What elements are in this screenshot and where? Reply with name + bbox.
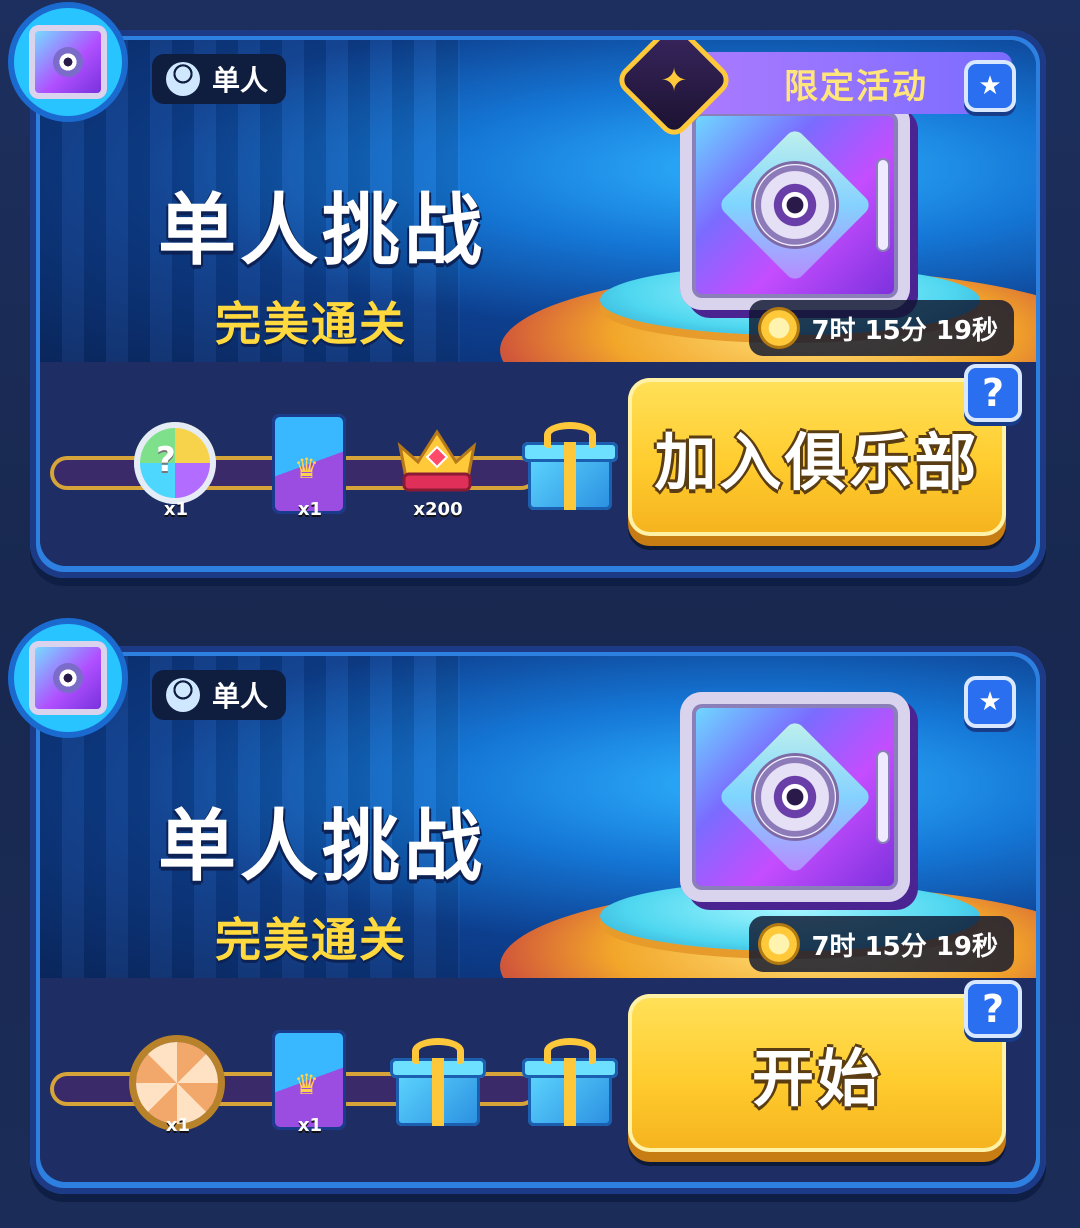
reward-item[interactable]: [520, 414, 618, 524]
challenge-card-club: 单人 单人挑战 完美通关 限定活动 ✦ ★ 7时 15分 19秒 ? x1 ♛ …: [14, 8, 1046, 578]
help-button[interactable]: ?: [964, 980, 1022, 1038]
alarm-clock-icon: [761, 310, 798, 346]
reward-item[interactable]: x200: [390, 414, 486, 524]
reward-item[interactable]: ♛ x1: [262, 414, 358, 524]
safe-handle: [878, 752, 888, 842]
reward-qty: x1: [297, 1115, 323, 1136]
safe-icon: [29, 641, 107, 715]
reward-item[interactable]: ♛ x1: [262, 1030, 358, 1140]
safe-handle: [878, 160, 888, 250]
reward-item[interactable]: [520, 1030, 618, 1140]
gift-icon: [390, 1034, 486, 1130]
join-club-button[interactable]: 加入俱乐部: [628, 378, 1006, 536]
reward-qty: x200: [413, 499, 463, 520]
challenge-subtitle: 完美通关: [215, 913, 407, 967]
card-body: 单人 单人挑战 完美通关 ★ 7时 15分 19秒 x1 ♛ x1 开始 ?: [40, 656, 1036, 1182]
reward-qty: x1: [165, 1115, 191, 1136]
prize-safe-image: [680, 100, 910, 310]
reward-qty: x1: [163, 499, 189, 520]
safe-dial-icon: [754, 756, 836, 838]
reward-item[interactable]: ? x1: [128, 414, 224, 524]
timer-text: 7时 15分 19秒: [811, 315, 998, 346]
card-banner: 单人 单人挑战 完美通关 ★ 7时 15分 19秒: [40, 656, 1036, 978]
alarm-clock-icon: [761, 926, 798, 962]
crown-icon: ♛: [294, 452, 320, 485]
event-safe-avatar: [14, 8, 122, 116]
join-club-label: 加入俱乐部: [654, 426, 980, 499]
start-label: 开始: [751, 1042, 882, 1115]
help-button[interactable]: ?: [964, 364, 1022, 422]
reward-bar: x1 ♛ x1 开始 ?: [40, 978, 1036, 1182]
countdown-timer: 7时 15分 19秒: [749, 300, 1014, 356]
reward-qty: x1: [297, 499, 323, 520]
timer-text: 7时 15分 19秒: [811, 931, 998, 962]
mode-badge: 单人: [152, 670, 287, 720]
mode-badge: 单人: [152, 54, 287, 104]
safe-dial-icon: [754, 164, 836, 246]
prize-wheel-icon: [136, 1042, 218, 1124]
event-safe-avatar: [14, 624, 122, 732]
challenge-title: 单人挑战: [158, 802, 487, 892]
challenge-subtitle: 完美通关: [215, 297, 407, 351]
challenge-card-start: 单人 单人挑战 完美通关 ★ 7时 15分 19秒 x1 ♛ x1 开始 ?: [14, 624, 1046, 1194]
card-banner: 单人 单人挑战 完美通关 限定活动 ✦ ★ 7时 15分 19秒: [40, 40, 1036, 362]
safe-icon: [29, 25, 107, 99]
reward-item[interactable]: x1: [130, 1030, 226, 1140]
laurel-icon: ✦: [660, 61, 688, 99]
prize-safe-image: [680, 692, 910, 902]
gift-icon: [522, 418, 618, 514]
mode-label: 单人: [212, 680, 269, 713]
single-player-icon: [166, 678, 200, 712]
card-body: 单人 单人挑战 完美通关 限定活动 ✦ ★ 7时 15分 19秒 ? x1 ♛ …: [40, 40, 1036, 566]
mode-label: 单人: [212, 64, 269, 97]
favorite-star-button[interactable]: ★: [964, 676, 1016, 728]
crown-icon: [397, 429, 477, 492]
limited-event-label: 限定活动: [784, 66, 928, 107]
gift-icon: [522, 1034, 618, 1130]
reward-bar: ? x1 ♛ x1 x200 加入俱乐部 ?: [40, 362, 1036, 566]
countdown-timer: 7时 15分 19秒: [749, 916, 1014, 972]
crown-icon: ♛: [294, 1068, 320, 1101]
favorite-star-button[interactable]: ★: [964, 60, 1016, 112]
reward-item[interactable]: [388, 1030, 486, 1140]
question-mark-icon: ?: [156, 440, 176, 480]
single-player-icon: [166, 62, 200, 96]
challenge-title: 单人挑战: [158, 186, 487, 276]
start-button[interactable]: 开始: [628, 994, 1006, 1152]
